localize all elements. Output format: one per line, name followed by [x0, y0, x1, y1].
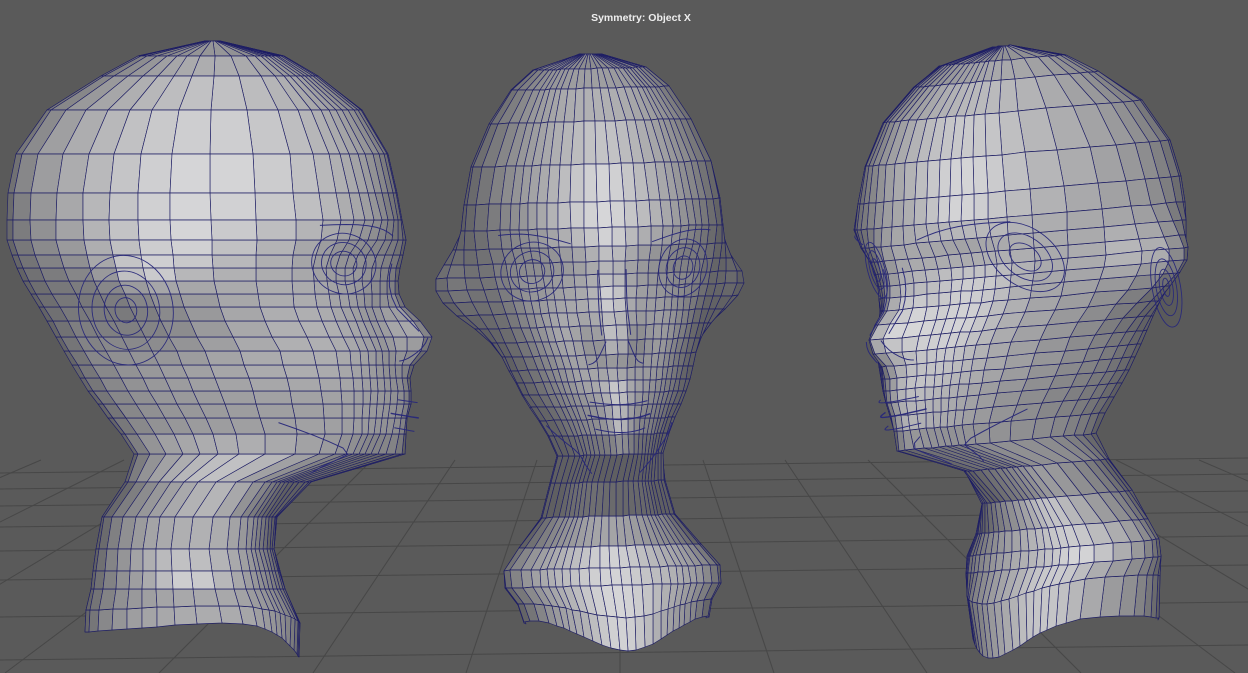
svg-text:Symmetry: Object X: Symmetry: Object X — [591, 12, 691, 24]
